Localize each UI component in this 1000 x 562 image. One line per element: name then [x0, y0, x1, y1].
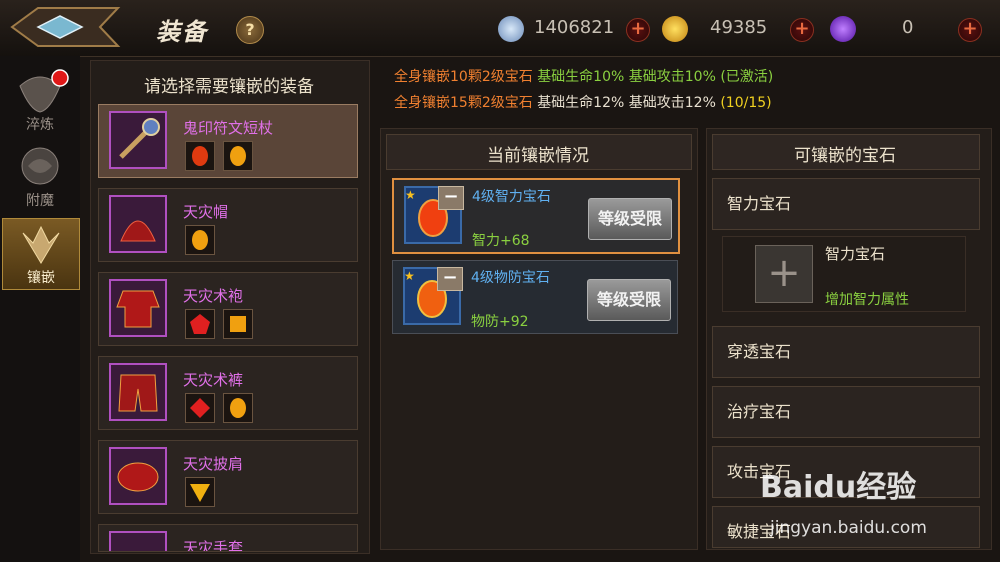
equipment-item[interactable]: 天灾术裤	[98, 356, 358, 430]
gem-option-name: 智力宝石	[825, 245, 886, 263]
star-icon: ★	[404, 269, 415, 283]
hat-icon	[109, 195, 167, 253]
tab-inlay-label: 镶嵌	[27, 270, 55, 286]
tab-enchant-label: 附魔	[26, 193, 54, 209]
gold-coin-icon	[662, 16, 688, 42]
remove-gem-button[interactable]: −	[437, 267, 463, 291]
enchant-icon	[21, 147, 59, 185]
gem-amount: 0	[902, 17, 914, 38]
page-title: 装备	[156, 18, 208, 46]
equipment-panel-title: 请选择需要镶嵌的装备	[144, 77, 314, 97]
remove-gem-button[interactable]: −	[438, 186, 464, 210]
yellow-gem-slot	[185, 477, 215, 507]
tab-refine-label: 淬炼	[26, 117, 54, 133]
gem-category-intelligence[interactable]: 智力宝石	[712, 178, 980, 230]
orange-gem-slot	[185, 225, 215, 255]
equipment-item[interactable]: 天灾披肩	[98, 440, 358, 514]
watermark-url: jingyan.baidu.com	[770, 518, 927, 538]
bonus-status: (10/15)	[720, 95, 772, 111]
add-silver-button[interactable]: +	[626, 18, 650, 42]
available-gems-title: 可镶嵌的宝石	[794, 146, 896, 166]
inlay-icon	[22, 225, 60, 264]
tab-inlay[interactable]: 镶嵌	[2, 218, 80, 290]
add-gem-button[interactable]: +	[958, 18, 982, 42]
watermark-brand: Baidu经验	[760, 470, 917, 505]
add-gold-button[interactable]: +	[790, 18, 814, 42]
back-button[interactable]	[8, 4, 126, 50]
equipment-name: 天灾术裤	[183, 371, 244, 389]
orange-gem-slot	[223, 393, 253, 423]
equipment-name: 天灾帽	[183, 203, 229, 221]
bonus-life: 基础生命12%	[537, 95, 625, 111]
equipment-name: 鬼印符文短杖	[183, 119, 274, 137]
level-restricted-button[interactable]: 等级受限	[588, 198, 672, 240]
gem-stat: 智力+68	[472, 233, 530, 249]
orange-gem-slot	[223, 141, 253, 171]
gem-option-desc: 增加智力属性	[825, 292, 909, 308]
back-arrow-icon	[10, 7, 121, 47]
set-bonus-line-1: 全身镶嵌10颗2级宝石 基础生命10% 基础攻击10% (已激活)	[394, 66, 773, 86]
inlaid-gem-card[interactable]: ★ − 4级物防宝石 物防+92 等级受限	[392, 260, 678, 334]
level-restricted-button[interactable]: 等级受限	[587, 279, 671, 321]
gem-category-penetration[interactable]: 穿透宝石	[712, 326, 980, 378]
inlaid-gem-card[interactable]: ★ − 4级智力宝石 智力+68 等级受限	[392, 178, 680, 254]
bonus-attack: 基础攻击12%	[628, 95, 716, 111]
equipment-name: 天灾披肩	[183, 455, 244, 473]
set-bonus-line-2: 全身镶嵌15颗2级宝石 基础生命12% 基础攻击12% (10/15)	[394, 92, 772, 112]
silver-amount: 1406821	[534, 17, 615, 38]
bonus-requirement: 全身镶嵌15颗2级宝石	[394, 95, 533, 111]
equipment-item[interactable]: 天灾帽	[98, 188, 358, 262]
red-gem-slot	[185, 393, 215, 423]
bonus-attack: 基础攻击10%	[628, 69, 716, 85]
equipment-item[interactable]: 天灾术袍	[98, 272, 358, 346]
silver-coin-icon	[498, 16, 524, 42]
bonus-requirement: 全身镶嵌10颗2级宝石	[394, 69, 533, 85]
help-button[interactable]: ?	[236, 16, 264, 44]
staff-icon	[109, 111, 167, 169]
gem-name: 4级智力宝石	[472, 189, 551, 205]
red-gem-slot	[185, 309, 215, 339]
equipment-item[interactable]: 鬼印符文短杖	[98, 104, 358, 178]
equipment-name: 天灾手套	[183, 539, 244, 552]
current-inlay-title: 当前镶嵌情况	[487, 146, 589, 166]
equipment-item[interactable]: 天灾手套	[98, 524, 358, 552]
refine-icon	[19, 69, 69, 113]
orange-gem-slot	[223, 309, 253, 339]
bonus-life: 基础生命10%	[537, 69, 625, 85]
gem-name: 4级物防宝石	[471, 270, 550, 286]
tab-refine[interactable]: 淬炼	[2, 66, 78, 136]
tab-enchant[interactable]: 附魔	[2, 142, 78, 212]
gold-amount: 49385	[710, 17, 768, 38]
add-gem-plus-icon[interactable]: +	[755, 245, 813, 303]
red-gem-slot	[185, 141, 215, 171]
star-icon: ★	[405, 188, 416, 202]
glove-icon	[109, 531, 167, 551]
purple-gem-icon	[830, 16, 856, 42]
robe-icon	[109, 279, 167, 337]
gem-category-healing[interactable]: 治疗宝石	[712, 386, 980, 438]
pants-icon	[109, 363, 167, 421]
gem-option-card[interactable]: + 智力宝石 增加智力属性	[722, 236, 966, 312]
gem-stat: 物防+92	[471, 314, 529, 330]
equipment-name: 天灾术袍	[183, 287, 244, 305]
bonus-status: (已激活)	[720, 69, 774, 85]
shoulder-icon	[109, 447, 167, 505]
